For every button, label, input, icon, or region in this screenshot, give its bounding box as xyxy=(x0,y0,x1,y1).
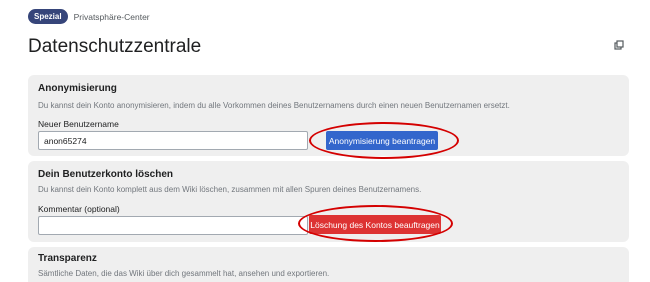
external-popout-icon[interactable] xyxy=(614,40,624,50)
section-description: Sämtliche Daten, die das Wiki über dich … xyxy=(38,269,330,278)
section-title: Dein Benutzerkonto löschen xyxy=(38,169,174,180)
annotation-ellipse xyxy=(298,205,453,242)
new-username-label: Neuer Benutzername xyxy=(38,119,119,129)
section-description: Du kannst dein Konto anonymisieren, inde… xyxy=(38,101,510,110)
breadcrumb: Spezial Privatsphäre-Center xyxy=(28,9,150,24)
section-title: Transparenz xyxy=(38,253,97,264)
comment-input[interactable] xyxy=(38,216,308,235)
annotation-ellipse xyxy=(309,122,459,159)
transparency-section: Transparenz Sämtliche Daten, die das Wik… xyxy=(28,247,629,282)
breadcrumb-page[interactable]: Privatsphäre-Center xyxy=(74,12,150,22)
special-badge[interactable]: Spezial xyxy=(28,9,68,24)
new-username-input[interactable]: anon65274 xyxy=(38,131,308,150)
section-title: Anonymisierung xyxy=(38,83,117,94)
comment-label: Kommentar (optional) xyxy=(38,204,120,214)
page-title: Datenschutzzentrale xyxy=(28,36,202,57)
section-description: Du kannst dein Konto komplett aus dem Wi… xyxy=(38,185,422,194)
